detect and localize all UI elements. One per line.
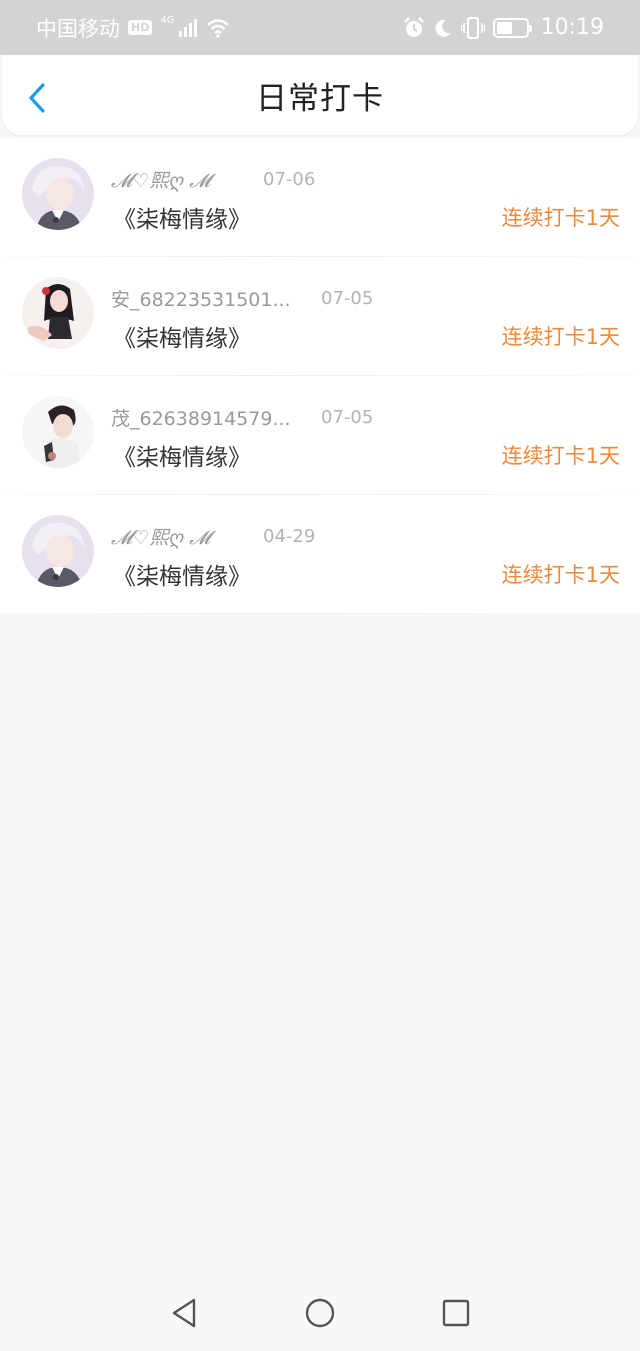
signal-icon — [178, 18, 198, 37]
square-recents-icon — [442, 1299, 470, 1326]
streak-label: 连续打卡1天 — [501, 444, 620, 468]
user-avatar[interactable] — [22, 515, 94, 587]
alarm-icon — [403, 16, 425, 39]
user-avatar[interactable] — [22, 396, 94, 468]
header: 日常打卡 — [2, 55, 638, 135]
triangle-back-icon — [172, 1298, 196, 1327]
clock: 10:19 — [540, 15, 604, 40]
checkin-date: 07-06 — [263, 168, 316, 190]
checkin-date: 07-05 — [321, 287, 374, 309]
meta-row: 𝓜♡熙ღ 𝓜 07-06 — [111, 166, 315, 192]
list-item[interactable]: 安_68223531501... 07-05 《柒梅情缘》 连续打卡1天 — [0, 257, 640, 376]
carrier-label: 中国移动 — [36, 16, 120, 41]
user-avatar[interactable] — [22, 158, 94, 230]
list-item[interactable]: 茂_62638914579... 07-05 《柒梅情缘》 连续打卡1天 — [0, 376, 640, 495]
status-left: 中国移动 HD 4G — [36, 13, 230, 43]
battery-icon — [492, 17, 532, 38]
nav-recents-button[interactable] — [439, 1296, 473, 1330]
username[interactable]: 安_68223531501... — [111, 285, 291, 312]
nav-back-button[interactable] — [167, 1296, 201, 1330]
nav-home-button[interactable] — [303, 1296, 337, 1330]
streak-label: 连续打卡1天 — [501, 563, 620, 587]
user-avatar[interactable] — [22, 277, 94, 349]
divider — [0, 613, 640, 614]
status-bar: 中国移动 HD 4G 10:19 — [0, 0, 640, 55]
streak-label: 连续打卡1天 — [501, 206, 620, 230]
back-button[interactable] — [22, 81, 52, 115]
vibrate-icon — [460, 16, 485, 39]
status-right: 10:19 — [403, 15, 604, 40]
moon-icon — [433, 18, 453, 38]
list-item[interactable]: 𝓜♡熙ღ 𝓜 04-29 《柒梅情缘》 连续打卡1天 — [0, 495, 640, 614]
wifi-icon — [206, 18, 230, 38]
network-type: 4G — [160, 15, 175, 26]
meta-row: 茂_62638914579... 07-05 — [111, 404, 373, 430]
meta-row: 安_68223531501... 07-05 — [111, 285, 373, 311]
list-item[interactable]: 𝓜♡熙ღ 𝓜 07-06 《柒梅情缘》 连续打卡1天 — [0, 138, 640, 257]
checkin-list: 𝓜♡熙ღ 𝓜 07-06 《柒梅情缘》 连续打卡1天 安_68223531501… — [0, 138, 640, 614]
book-title[interactable]: 《柒梅情缘》 — [113, 200, 251, 234]
book-title[interactable]: 《柒梅情缘》 — [113, 438, 251, 472]
back-arrow-icon — [29, 83, 45, 113]
page-title: 日常打卡 — [256, 80, 384, 117]
username[interactable]: 𝓜♡熙ღ 𝓜 — [111, 523, 233, 550]
streak-label: 连续打卡1天 — [501, 325, 620, 349]
username[interactable]: 𝓜♡熙ღ 𝓜 — [111, 166, 233, 193]
meta-row: 𝓜♡熙ღ 𝓜 04-29 — [111, 523, 315, 549]
checkin-date: 07-05 — [321, 406, 374, 428]
username[interactable]: 茂_62638914579... — [111, 404, 291, 431]
book-title[interactable]: 《柒梅情缘》 — [113, 319, 251, 353]
checkin-date: 04-29 — [263, 525, 316, 547]
system-nav-bar — [0, 1274, 640, 1351]
circle-home-icon — [305, 1298, 335, 1327]
book-title[interactable]: 《柒梅情缘》 — [113, 557, 251, 591]
hd-badge: HD — [128, 20, 153, 35]
